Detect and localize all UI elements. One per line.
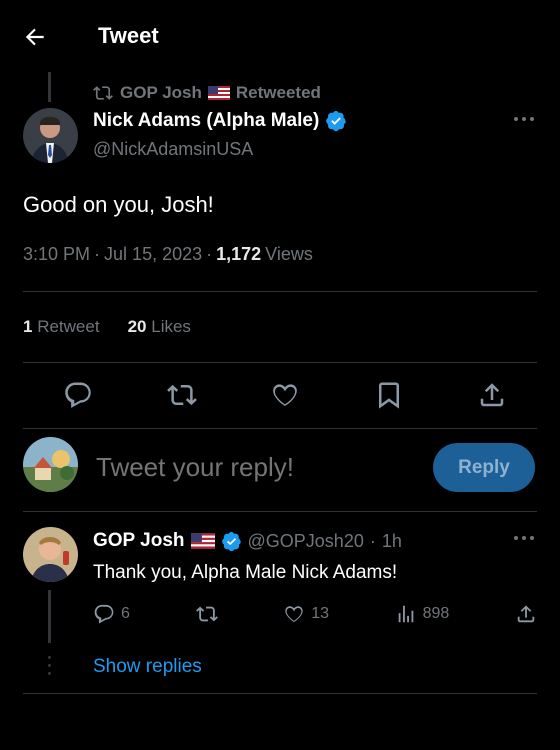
retweeter-name: GOP Josh	[120, 83, 202, 102]
tweet-actions	[23, 380, 537, 410]
views-label: Views	[265, 244, 313, 264]
reply-author-name: GOP Josh	[93, 530, 185, 551]
back-arrow-icon[interactable]	[22, 24, 48, 50]
divider	[23, 693, 537, 694]
retweet-action[interactable]	[195, 603, 218, 625]
verified-badge-icon	[221, 531, 242, 552]
reply-input[interactable]	[96, 452, 416, 483]
reply-action[interactable]: 6	[93, 603, 130, 625]
thread-dots	[48, 656, 51, 680]
us-flag-icon	[207, 86, 230, 100]
reply-icon[interactable]	[63, 380, 93, 410]
reply-age: 1h	[381, 530, 402, 551]
bookmark-icon[interactable]	[374, 380, 404, 410]
retweet-icon[interactable]	[166, 380, 197, 410]
divider	[23, 362, 537, 363]
author-name: Nick Adams (Alpha Male)	[93, 110, 320, 131]
reply-author-row[interactable]: GOP Josh @GOPJosh20 · 1h	[93, 530, 402, 552]
like-heart-icon[interactable]	[270, 380, 300, 410]
retweeted-label: Retweeted	[235, 83, 321, 102]
reply-icon	[94, 604, 114, 624]
views-action[interactable]: 898	[395, 603, 450, 625]
more-options-icon[interactable]	[512, 533, 536, 543]
author-handle: @NickAdamsinUSA	[93, 139, 254, 159]
tweet-time: 3:10 PM	[23, 244, 91, 264]
share-icon	[517, 605, 535, 623]
like-heart-icon	[285, 606, 303, 623]
show-replies-link[interactable]: Show replies	[93, 656, 202, 678]
reply-count: 6	[121, 605, 130, 622]
like-count: 13	[311, 605, 329, 622]
retweeted-by-row[interactable]: GOP Josh Retweeted	[92, 82, 321, 104]
page-title: Tweet	[98, 23, 159, 48]
likes-stat[interactable]: 20 Likes	[128, 317, 191, 337]
share-icon[interactable]	[477, 380, 507, 410]
my-avatar[interactable]	[23, 437, 78, 492]
divider	[23, 511, 537, 512]
views-count: 1,172	[216, 244, 262, 264]
thread-connector	[48, 72, 51, 102]
tweet-text: Good on you, Josh!	[23, 192, 214, 217]
avatar[interactable]	[23, 108, 78, 163]
tweet-stats: 1 Retweet 20 Likes	[23, 317, 191, 337]
retweet-icon	[92, 83, 114, 103]
views-count: 898	[422, 605, 450, 622]
tweet-date: Jul 15, 2023	[104, 244, 203, 264]
thread-connector	[48, 590, 51, 643]
retweet-icon	[195, 606, 218, 622]
more-options-icon[interactable]	[512, 114, 536, 124]
analytics-icon	[398, 605, 413, 623]
tweet-meta: 3:10 PM · Jul 15, 2023 · 1,172 Views	[23, 244, 313, 264]
us-flag-icon	[190, 533, 215, 549]
reply-avatar[interactable]	[23, 527, 78, 582]
author-name-row[interactable]: Nick Adams (Alpha Male)	[93, 110, 347, 132]
retweets-stat[interactable]: 1 Retweet	[23, 317, 100, 337]
share-action[interactable]	[515, 603, 537, 625]
reply-text: Thank you, Alpha Male Nick Adams!	[93, 562, 398, 583]
reply-button[interactable]: Reply	[433, 443, 535, 492]
divider	[23, 291, 537, 292]
reply-author-handle: @GOPJosh20	[247, 530, 364, 551]
divider	[23, 428, 537, 429]
like-action[interactable]: 13	[283, 603, 329, 625]
reply-actions: 6 13 898	[93, 603, 537, 625]
verified-badge-icon	[325, 110, 347, 132]
